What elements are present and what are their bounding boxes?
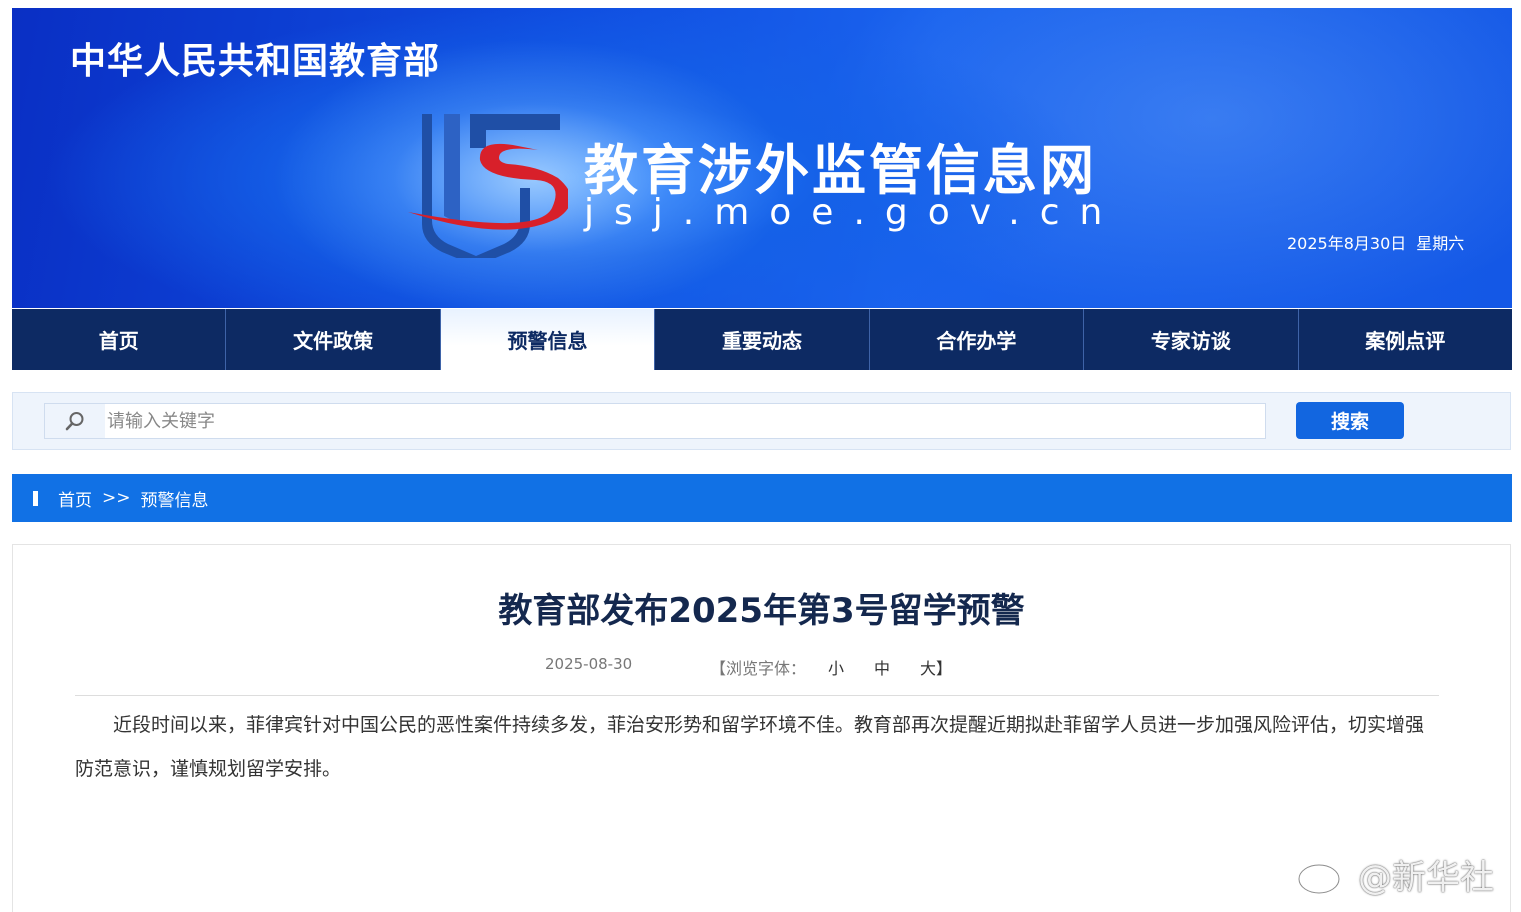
nav-item-policy[interactable]: 文件政策: [226, 309, 441, 370]
nav-item-warning[interactable]: 预警信息: [440, 309, 656, 370]
header-banner: 中华人民共和国教育部 教育涉外监管信息网 jsj.moe.gov.cn 2025…: [12, 8, 1512, 308]
site-logo-icon[interactable]: [388, 108, 568, 258]
breadcrumb-current-link[interactable]: 预警信息: [141, 486, 209, 511]
nav-item-news[interactable]: 重要动态: [655, 309, 870, 370]
date-text: 2025年8月30日: [1287, 234, 1407, 253]
weibo-icon: [1297, 856, 1350, 895]
breadcrumb-home-link[interactable]: 首页: [58, 486, 92, 511]
ministry-name: 中华人民共和国教育部: [70, 41, 441, 82]
font-small-button[interactable]: 小: [828, 659, 844, 678]
xinhua-watermark: @新华社: [1294, 850, 1494, 898]
search-icon-wrap: [45, 404, 105, 438]
article-body: 近段时间以来，菲律宾针对中国公民的恶性案件持续多发，菲治安形势和留学环境不佳。教…: [75, 714, 1425, 780]
article-date: 2025-08-30: [545, 655, 633, 673]
site-url: jsj.moe.gov.cn: [584, 192, 1123, 233]
main-nav: 首页 文件政策 预警信息 重要动态 合作办学 专家访谈 案例点评: [12, 309, 1512, 370]
breadcrumb-separator: >>: [102, 488, 131, 508]
breadcrumb-marker: [33, 490, 38, 506]
article-meta: 2025-08-30 【浏览字体： 小 中 大】: [13, 655, 1510, 679]
watermark-text: @新华社: [1358, 857, 1494, 898]
font-large-button[interactable]: 大】: [920, 659, 952, 678]
nav-item-cooperation[interactable]: 合作办学: [870, 309, 1085, 370]
nav-item-home[interactable]: 首页: [12, 309, 227, 370]
search-box: [44, 403, 1266, 439]
search-icon: [65, 412, 84, 431]
article-title: 教育部发布2025年第3号留学预警: [498, 591, 1025, 631]
font-size-control: 【浏览字体： 小 中 大】: [710, 655, 960, 679]
search-input[interactable]: [107, 404, 1262, 438]
nav-item-interview[interactable]: 专家访谈: [1084, 309, 1299, 370]
article-divider: [75, 695, 1439, 696]
nav-item-cases[interactable]: 案例点评: [1299, 309, 1512, 370]
search-bar: 搜索: [12, 392, 1511, 450]
font-size-label: 【浏览字体：: [710, 659, 807, 678]
breadcrumb: 首页 >> 预警信息: [12, 474, 1512, 522]
search-button[interactable]: 搜索: [1296, 402, 1404, 439]
current-date: 2025年8月30日 星期六: [1287, 230, 1464, 254]
weekday-text: 星期六: [1416, 234, 1465, 253]
article-panel: 教育部发布2025年第3号留学预警 2025-08-30 【浏览字体：小中大】 …: [12, 544, 1511, 912]
font-medium-button[interactable]: 中: [874, 659, 890, 678]
